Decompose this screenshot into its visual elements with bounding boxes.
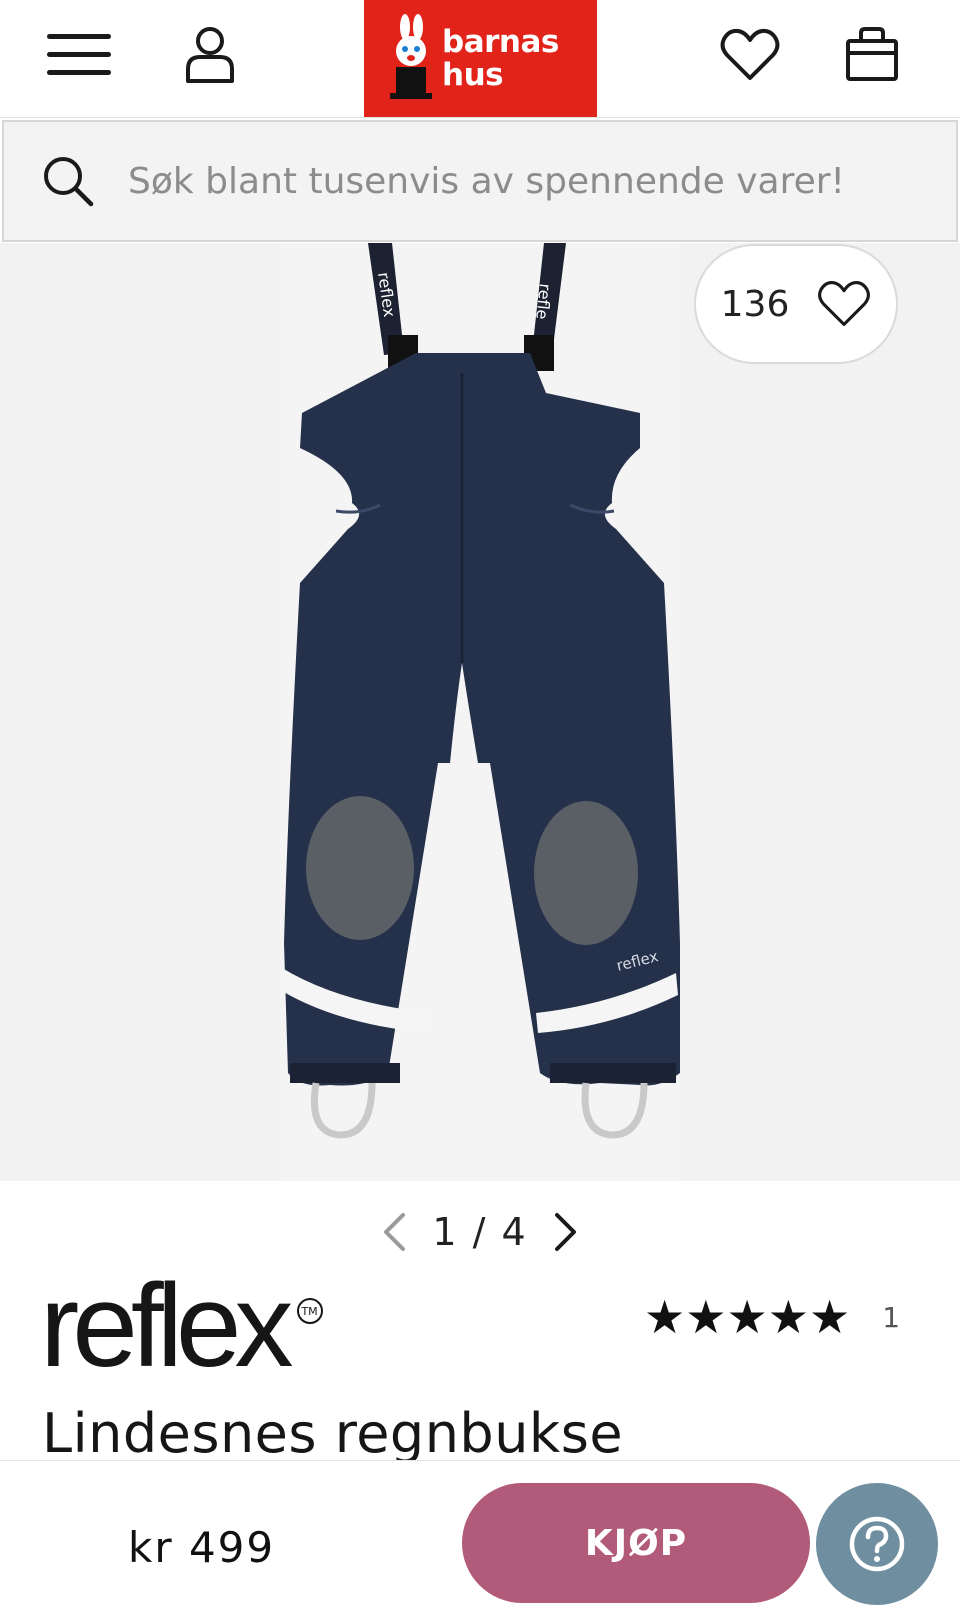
search-icon[interactable] bbox=[38, 151, 98, 211]
product-price: kr 499 bbox=[128, 1523, 276, 1572]
help-button[interactable] bbox=[816, 1483, 938, 1605]
menu-icon bbox=[47, 34, 111, 75]
site-header: barnas hus bbox=[0, 0, 960, 118]
heart-icon bbox=[818, 281, 871, 326]
shopping-bag-icon bbox=[846, 27, 898, 81]
buy-button[interactable]: KJØP bbox=[462, 1483, 810, 1603]
purchase-bar: kr 499 KJØP bbox=[0, 1460, 960, 1624]
bunny-hat-logo-icon bbox=[390, 13, 432, 99]
cart-button[interactable] bbox=[832, 20, 912, 90]
previous-image-button[interactable] bbox=[374, 1202, 414, 1262]
product-title: Lindesnes regnbukse bbox=[42, 1402, 624, 1460]
question-mark-icon bbox=[849, 1516, 905, 1572]
chevron-left-icon bbox=[384, 1213, 406, 1251]
wishlist-button[interactable] bbox=[710, 20, 790, 90]
rating-count: 1 bbox=[882, 1300, 901, 1334]
next-image-button[interactable] bbox=[546, 1202, 586, 1262]
heart-icon bbox=[720, 28, 780, 80]
search-bar bbox=[2, 120, 958, 242]
product-image-rain-pants: reflex refle reflex bbox=[280, 243, 680, 1181]
logo-line-2: hus bbox=[442, 56, 504, 93]
product-image-gallery[interactable]: reflex refle reflex 136 bbox=[0, 243, 960, 1181]
search-input[interactable] bbox=[98, 122, 956, 240]
favorite-toggle[interactable]: 136 bbox=[694, 244, 898, 364]
logo-line-1: barnas bbox=[442, 23, 559, 60]
user-icon bbox=[186, 27, 234, 83]
svg-text:refle: refle bbox=[532, 283, 555, 321]
menu-button[interactable] bbox=[40, 20, 120, 90]
trademark-symbol: TM bbox=[296, 1298, 323, 1324]
account-button[interactable] bbox=[170, 20, 250, 90]
rating-stars: ★★★★★ bbox=[644, 1290, 851, 1344]
image-counter: 1 / 4 bbox=[432, 1210, 528, 1254]
logo-wordmark: barnas hus bbox=[442, 23, 559, 93]
favorite-count: 136 bbox=[720, 283, 790, 325]
brand-name: reflex bbox=[40, 1260, 294, 1392]
product-rating[interactable]: ★★★★★ 1 bbox=[644, 1290, 900, 1344]
chevron-right-icon bbox=[554, 1213, 576, 1251]
site-logo[interactable]: barnas hus bbox=[364, 0, 597, 117]
brand-logo[interactable]: reflex TM bbox=[40, 1260, 323, 1392]
